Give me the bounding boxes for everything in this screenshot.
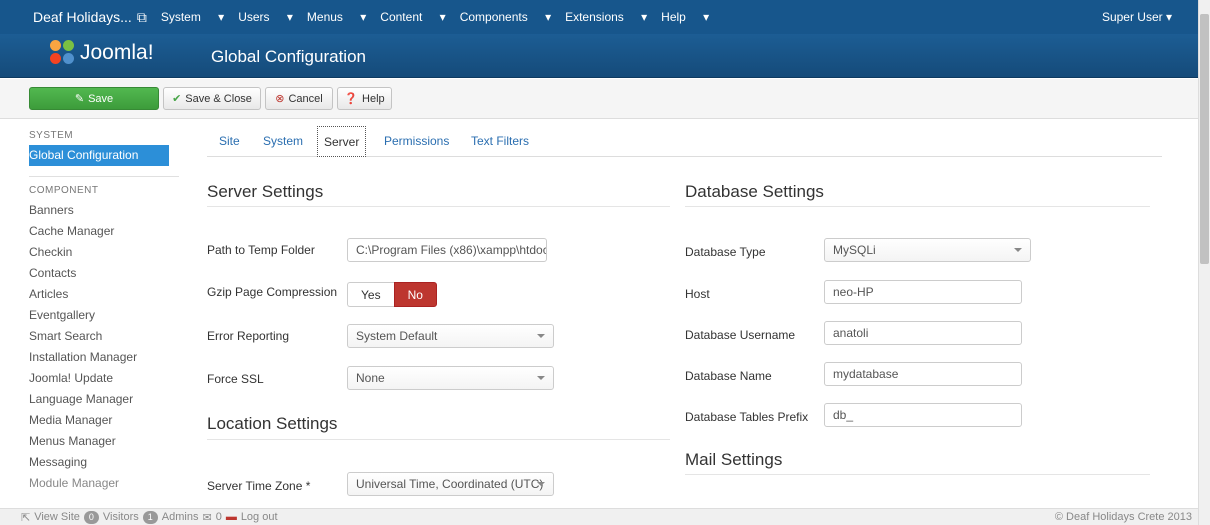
divider [207,439,670,440]
temp-folder-input[interactable]: C:\Program Files (x86)\xampp\htdoc [347,238,547,262]
sidebar: SYSTEM Global Configuration COMPONENT Ba… [29,122,179,494]
sidebar-divider [29,176,179,177]
divider [685,474,1150,475]
top-navbar: Deaf Holidays... ⧉ System ▾ Users ▾ Menu… [0,0,1198,34]
help-button[interactable]: ❓ Help [337,87,392,110]
gzip-no-button[interactable]: No [393,282,437,307]
force-ssl-label: Force SSL [207,372,264,386]
divider [207,206,670,207]
chevron-down-icon [537,334,545,338]
menu-content[interactable]: Content ▾ [380,10,445,24]
cancel-button[interactable]: ⊗ Cancel [265,87,333,110]
temp-folder-label: Path to Temp Folder [207,243,315,257]
timezone-label: Server Time Zone * [207,479,311,493]
database-settings-heading: Database Settings [685,182,824,201]
gzip-yes-button[interactable]: Yes [347,282,394,307]
save-close-button[interactable]: ✔ Save & Close [163,87,261,110]
check-icon: ✔ [172,93,182,105]
messages-icon: ✉ [202,511,212,524]
sidebar-item-installation-manager[interactable]: Installation Manager [29,347,169,368]
db-username-label: Database Username [685,328,796,342]
sidebar-item-global-configuration[interactable]: Global Configuration [29,145,169,166]
sidebar-item-module-manager[interactable]: Module Manager [29,473,169,494]
server-settings-heading: Server Settings [207,182,324,201]
sidebar-item-contacts[interactable]: Contacts [29,263,169,284]
menu-system[interactable]: System ▾ [161,10,224,24]
copyright-text: © Deaf Holidays Crete 2013 [1054,511,1192,523]
menu-help[interactable]: Help ▾ [661,10,709,24]
admins-count-badge: 1 [142,510,158,524]
tab-permissions[interactable]: Permissions [384,126,449,157]
tab-site[interactable]: Site [219,126,240,157]
db-username-input[interactable]: anatoli [824,321,1022,345]
visitors-label: Visitors [102,511,139,523]
site-link[interactable]: Deaf Holidays... ⧉ [0,9,147,26]
messages-count[interactable]: 0 [216,511,222,523]
sidebar-item-checkin[interactable]: Checkin [29,242,169,263]
status-bar: ⇱ View Site 0 Visitors 1 Admins ✉ 0 ▬ Lo… [0,508,1198,525]
host-input[interactable]: neo-HP [824,280,1022,304]
site-name[interactable]: Deaf Holidays... [33,9,132,25]
scrollbar-thumb[interactable] [1200,14,1209,264]
menu-components[interactable]: Components ▾ [460,10,551,24]
edit-icon: ✎ [74,93,85,105]
sidebar-item-media-manager[interactable]: Media Manager [29,410,169,431]
chevron-down-icon [537,482,545,486]
sidebar-item-eventgallery[interactable]: Eventgallery [29,305,169,326]
menu-menus[interactable]: Menus ▾ [307,10,366,24]
sidebar-item-banners[interactable]: Banners [29,200,169,221]
error-reporting-select[interactable]: System Default [347,324,554,348]
sidebar-heading-component: COMPONENT [29,185,99,196]
divider [685,206,1150,207]
admins-label: Admins [161,511,199,523]
user-menu[interactable]: Super User ▾ [1102,10,1172,24]
menu-extensions[interactable]: Extensions ▾ [565,10,647,24]
logout-link[interactable]: Log out [241,511,278,523]
toolbar: ✎ Save ✔ Save & Close ⊗ Cancel ❓ Help [0,79,1198,119]
page-header: Joomla! Global Configuration [0,34,1198,78]
logo-text: Joomla! [80,41,154,64]
db-name-input[interactable]: mydatabase [824,362,1022,386]
force-ssl-select[interactable]: None [347,366,554,390]
tab-server[interactable]: Server [317,126,367,157]
joomla-logo-icon [50,40,76,66]
save-button[interactable]: ✎ Save [29,87,159,110]
page-title: Global Configuration [211,47,366,66]
tab-system[interactable]: System [263,126,303,157]
gzip-toggle: Yes No [347,282,437,307]
mail-settings-heading: Mail Settings [685,450,783,469]
tab-text-filters[interactable]: Text Filters [471,126,529,157]
config-tabs: Site System Server Permissions Text Filt… [207,126,1162,157]
vertical-scrollbar[interactable] [1198,0,1210,525]
external-link-icon: ⧉ [136,8,147,25]
joomla-logo: Joomla! [50,40,154,66]
gzip-label: Gzip Page Compression [207,285,338,299]
sidebar-item-language-manager[interactable]: Language Manager [29,389,169,410]
sidebar-heading-system: SYSTEM [29,130,74,141]
menu-users[interactable]: Users ▾ [238,10,293,24]
help-icon: ❓ [344,93,359,105]
error-reporting-label: Error Reporting [207,329,290,343]
chevron-down-icon [1014,248,1022,252]
chevron-down-icon [537,376,545,380]
view-site-icon: ⇱ [21,511,31,524]
sidebar-item-smart-search[interactable]: Smart Search [29,326,169,347]
location-settings-heading: Location Settings [207,414,338,433]
host-label: Host [685,287,710,301]
sidebar-item-cache-manager[interactable]: Cache Manager [29,221,169,242]
timezone-select[interactable]: Universal Time, Coordinated (UTC) [347,472,554,496]
db-type-select[interactable]: MySQLi [824,238,1031,262]
logout-icon: ▬ [225,511,237,523]
db-prefix-input[interactable]: db_ [824,403,1022,427]
cancel-icon: ⊗ [275,93,285,105]
sidebar-item-joomla-update[interactable]: Joomla! Update [29,368,169,389]
sidebar-item-menus-manager[interactable]: Menus Manager [29,431,169,452]
sidebar-item-messaging[interactable]: Messaging [29,452,169,473]
db-type-label: Database Type [685,245,766,259]
visitors-count-badge: 0 [83,510,99,524]
view-site-link[interactable]: View Site [34,511,80,523]
sidebar-item-articles[interactable]: Articles [29,284,169,305]
db-prefix-label: Database Tables Prefix [685,410,809,424]
db-name-label: Database Name [685,369,772,383]
